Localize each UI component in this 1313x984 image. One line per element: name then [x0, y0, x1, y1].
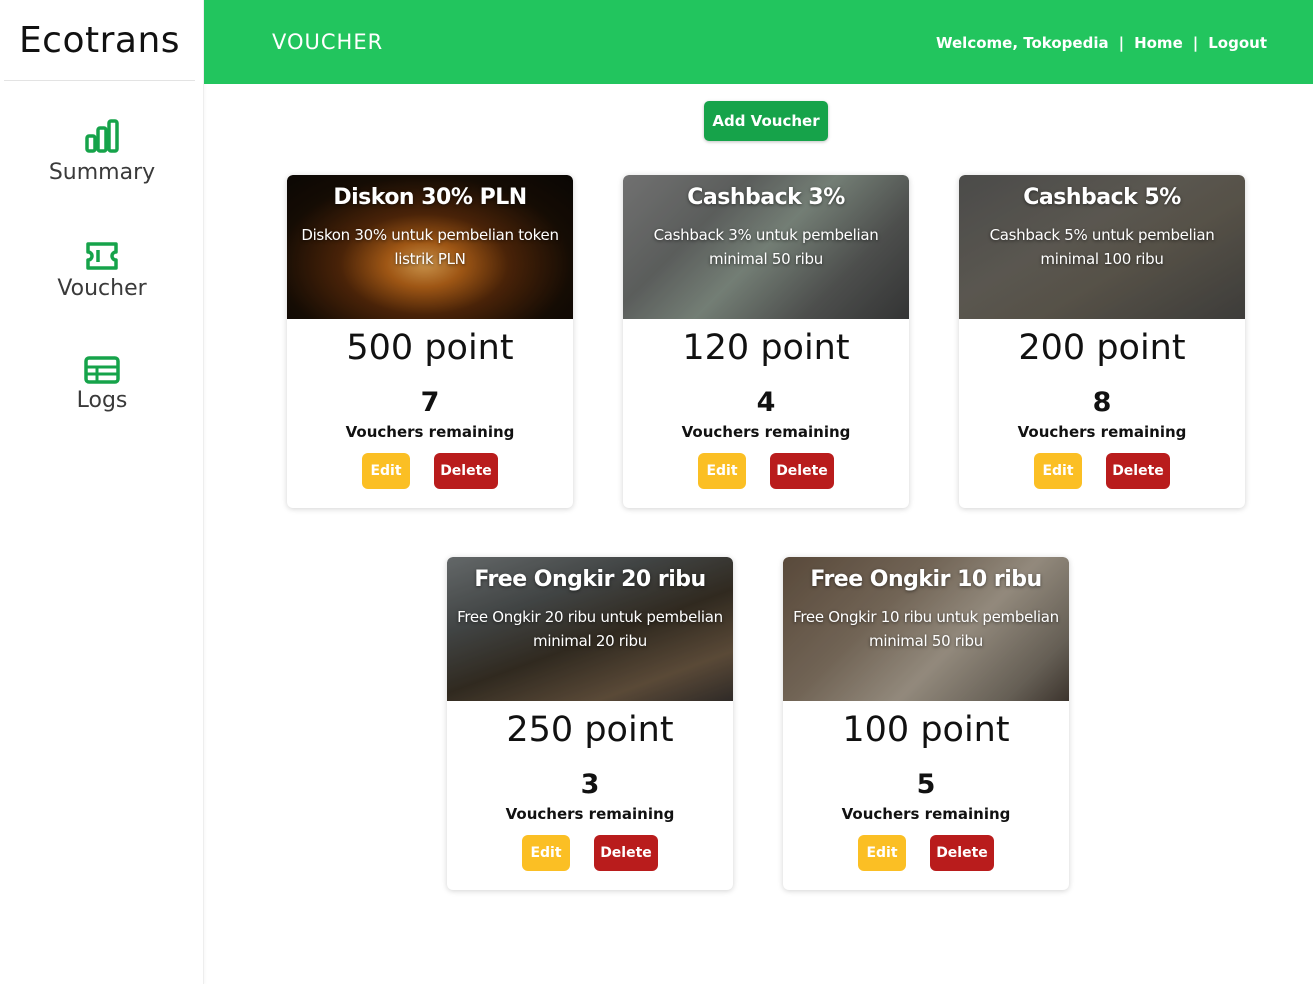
welcome-text: Welcome, Tokopedia — [936, 34, 1109, 52]
voucher-description: Free Ongkir 20 ribu untuk pembelian mini… — [457, 608, 723, 650]
logout-link[interactable]: Logout — [1208, 34, 1267, 52]
voucher-image: Diskon 30% PLN Diskon 30% untuk pembelia… — [287, 175, 573, 319]
voucher-actions: Edit Delete — [447, 835, 733, 871]
voucher-points: 120 point — [682, 328, 850, 368]
sidebar-item-label: Logs — [76, 388, 128, 413]
edit-button[interactable]: Edit — [698, 453, 746, 489]
user-nav: Welcome, Tokopedia | Home | Logout — [936, 34, 1267, 52]
voucher-actions: Edit Delete — [287, 453, 573, 489]
delete-button[interactable]: Delete — [1106, 453, 1170, 489]
edit-button[interactable]: Edit — [362, 453, 410, 489]
voucher-title: Diskon 30% PLN — [333, 185, 527, 210]
voucher-points: 500 point — [346, 328, 514, 368]
voucher-remaining-label: Vouchers remaining — [505, 805, 675, 823]
voucher-description: Cashback 3% untuk pembelian minimal 50 r… — [653, 226, 879, 268]
voucher-points: 250 point — [506, 710, 674, 750]
delete-button[interactable]: Delete — [770, 453, 834, 489]
voucher-image: Cashback 5% Cashback 5% untuk pembelian … — [959, 175, 1245, 319]
voucher-points: 200 point — [1018, 328, 1186, 368]
sidebar-item-label: Voucher — [57, 276, 147, 301]
voucher-remaining-count: 8 — [1092, 387, 1112, 418]
header-bar: VOUCHER Welcome, Tokopedia | Home | Logo… — [204, 0, 1313, 84]
sidebar-item-voucher[interactable]: Voucher — [0, 240, 204, 301]
voucher-remaining-count: 4 — [756, 387, 776, 418]
voucher-image: Cashback 3% Cashback 3% untuk pembelian … — [623, 175, 909, 319]
brand-logo: Ecotrans — [4, 0, 195, 81]
voucher-remaining-label: Vouchers remaining — [345, 423, 515, 441]
voucher-description: Free Ongkir 10 ribu untuk pembelian mini… — [793, 608, 1059, 650]
voucher-card: Free Ongkir 20 ribu Free Ongkir 20 ribu … — [447, 557, 733, 890]
sidebar-item-logs[interactable]: Logs — [0, 356, 204, 413]
voucher-title: Free Ongkir 20 ribu — [474, 567, 706, 592]
voucher-actions: Edit Delete — [959, 453, 1245, 489]
voucher-description: Diskon 30% untuk pembelian token listrik… — [301, 226, 559, 268]
sidebar-item-label: Summary — [48, 160, 156, 185]
voucher-remaining-count: 7 — [420, 387, 440, 418]
sidebar: Ecotrans Summary Voucher Logs — [0, 0, 204, 984]
nav-separator: | — [1192, 34, 1199, 52]
delete-button[interactable]: Delete — [434, 453, 498, 489]
table-icon — [84, 356, 120, 384]
voucher-image: Free Ongkir 10 ribu Free Ongkir 10 ribu … — [783, 557, 1069, 701]
voucher-image: Free Ongkir 20 ribu Free Ongkir 20 ribu … — [447, 557, 733, 701]
voucher-points: 100 point — [842, 710, 1010, 750]
voucher-remaining-label: Vouchers remaining — [1017, 423, 1187, 441]
page-title: VOUCHER — [272, 30, 384, 54]
voucher-card: Cashback 3% Cashback 3% untuk pembelian … — [623, 175, 909, 508]
voucher-remaining-count: 3 — [580, 769, 600, 800]
voucher-description: Cashback 5% untuk pembelian minimal 100 … — [989, 226, 1215, 268]
edit-button[interactable]: Edit — [1034, 453, 1082, 489]
sidebar-item-summary[interactable]: Summary — [0, 118, 204, 185]
ticket-icon — [84, 240, 120, 272]
delete-button[interactable]: Delete — [594, 835, 658, 871]
voucher-card: Free Ongkir 10 ribu Free Ongkir 10 ribu … — [783, 557, 1069, 890]
edit-button[interactable]: Edit — [858, 835, 906, 871]
voucher-card: Diskon 30% PLN Diskon 30% untuk pembelia… — [287, 175, 573, 508]
voucher-actions: Edit Delete — [623, 453, 909, 489]
bar-chart-icon — [84, 118, 120, 154]
voucher-card: Cashback 5% Cashback 5% untuk pembelian … — [959, 175, 1245, 508]
edit-button[interactable]: Edit — [522, 835, 570, 871]
add-voucher-button[interactable]: Add Voucher — [704, 101, 828, 141]
delete-button[interactable]: Delete — [930, 835, 994, 871]
voucher-remaining-count: 5 — [916, 769, 936, 800]
voucher-remaining-label: Vouchers remaining — [681, 423, 851, 441]
voucher-title: Free Ongkir 10 ribu — [810, 567, 1042, 592]
home-link[interactable]: Home — [1134, 34, 1183, 52]
voucher-remaining-label: Vouchers remaining — [841, 805, 1011, 823]
voucher-actions: Edit Delete — [783, 835, 1069, 871]
nav-separator: | — [1118, 34, 1125, 52]
voucher-title: Cashback 5% — [1023, 185, 1181, 210]
voucher-title: Cashback 3% — [687, 185, 845, 210]
